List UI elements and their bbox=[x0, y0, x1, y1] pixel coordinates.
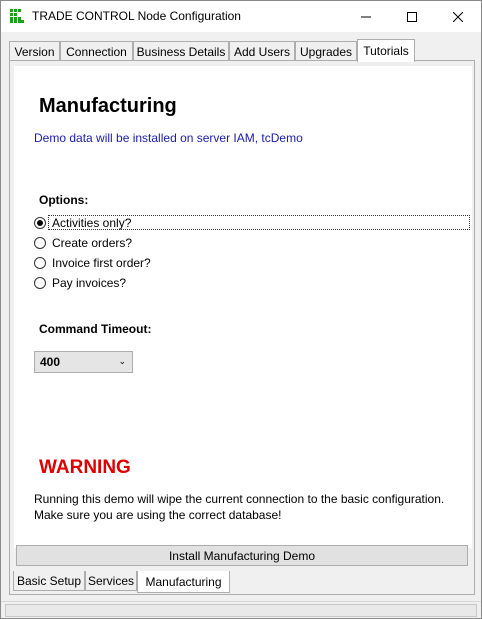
radio-label: Create orders? bbox=[52, 236, 133, 250]
tab-version[interactable]: Version bbox=[9, 41, 60, 61]
radio-label: Pay invoices? bbox=[52, 276, 127, 290]
tab-business-details[interactable]: Business Details bbox=[133, 41, 229, 61]
radio-button[interactable] bbox=[34, 237, 46, 249]
tab-add-users[interactable]: Add Users bbox=[229, 41, 295, 61]
tab-basic-setup[interactable]: Basic Setup bbox=[13, 571, 85, 591]
radio-button[interactable] bbox=[34, 277, 46, 289]
command-timeout-select[interactable]: 400 ⌄ bbox=[34, 351, 133, 373]
radio-label: Activities only? bbox=[52, 216, 132, 230]
maximize-button[interactable] bbox=[389, 1, 435, 32]
radio-pay-invoices[interactable]: Pay invoices? bbox=[34, 274, 126, 292]
app-window: TRADE CONTROL Node Configuration Version… bbox=[0, 0, 482, 619]
status-bar bbox=[1, 601, 481, 618]
chevron-down-icon: ⌄ bbox=[118, 356, 126, 366]
radio-activities-only[interactable]: Activities only? bbox=[34, 214, 131, 232]
install-demo-button[interactable]: Install Manufacturing Demo bbox=[16, 545, 468, 566]
options-label: Options: bbox=[39, 193, 89, 207]
tab-tutorials[interactable]: Tutorials bbox=[357, 39, 415, 62]
status-panel bbox=[5, 604, 477, 617]
app-grid-icon bbox=[10, 9, 24, 23]
maximize-icon bbox=[407, 11, 417, 22]
minimize-button[interactable] bbox=[343, 1, 389, 32]
radio-button[interactable] bbox=[34, 257, 46, 269]
timeout-value: 400 bbox=[40, 355, 61, 369]
radio-create-orders[interactable]: Create orders? bbox=[34, 234, 132, 252]
title-bar: TRADE CONTROL Node Configuration bbox=[1, 1, 481, 32]
minimize-icon bbox=[361, 16, 371, 17]
server-info-text: Demo data will be installed on server IA… bbox=[34, 131, 303, 145]
radio-button-checked[interactable] bbox=[34, 217, 46, 229]
window-title: TRADE CONTROL Node Configuration bbox=[32, 9, 241, 23]
page-title: Manufacturing bbox=[39, 95, 177, 117]
close-button[interactable] bbox=[435, 1, 481, 32]
warning-line-1: Running this demo will wipe the current … bbox=[34, 492, 445, 506]
tab-services[interactable]: Services bbox=[85, 571, 137, 591]
radio-label: Invoice first order? bbox=[52, 256, 151, 270]
warning-line-2: Make sure you are using the correct data… bbox=[34, 508, 282, 522]
tab-upgrades[interactable]: Upgrades bbox=[295, 41, 357, 61]
radio-invoice-first-order[interactable]: Invoice first order? bbox=[34, 254, 151, 272]
close-icon bbox=[453, 11, 463, 22]
warning-title: WARNING bbox=[39, 457, 131, 478]
command-timeout-label: Command Timeout: bbox=[39, 322, 152, 336]
warning-message: Running this demo will wipe the current … bbox=[34, 491, 474, 523]
tab-manufacturing[interactable]: Manufacturing bbox=[137, 571, 230, 593]
tab-connection[interactable]: Connection bbox=[60, 41, 133, 61]
